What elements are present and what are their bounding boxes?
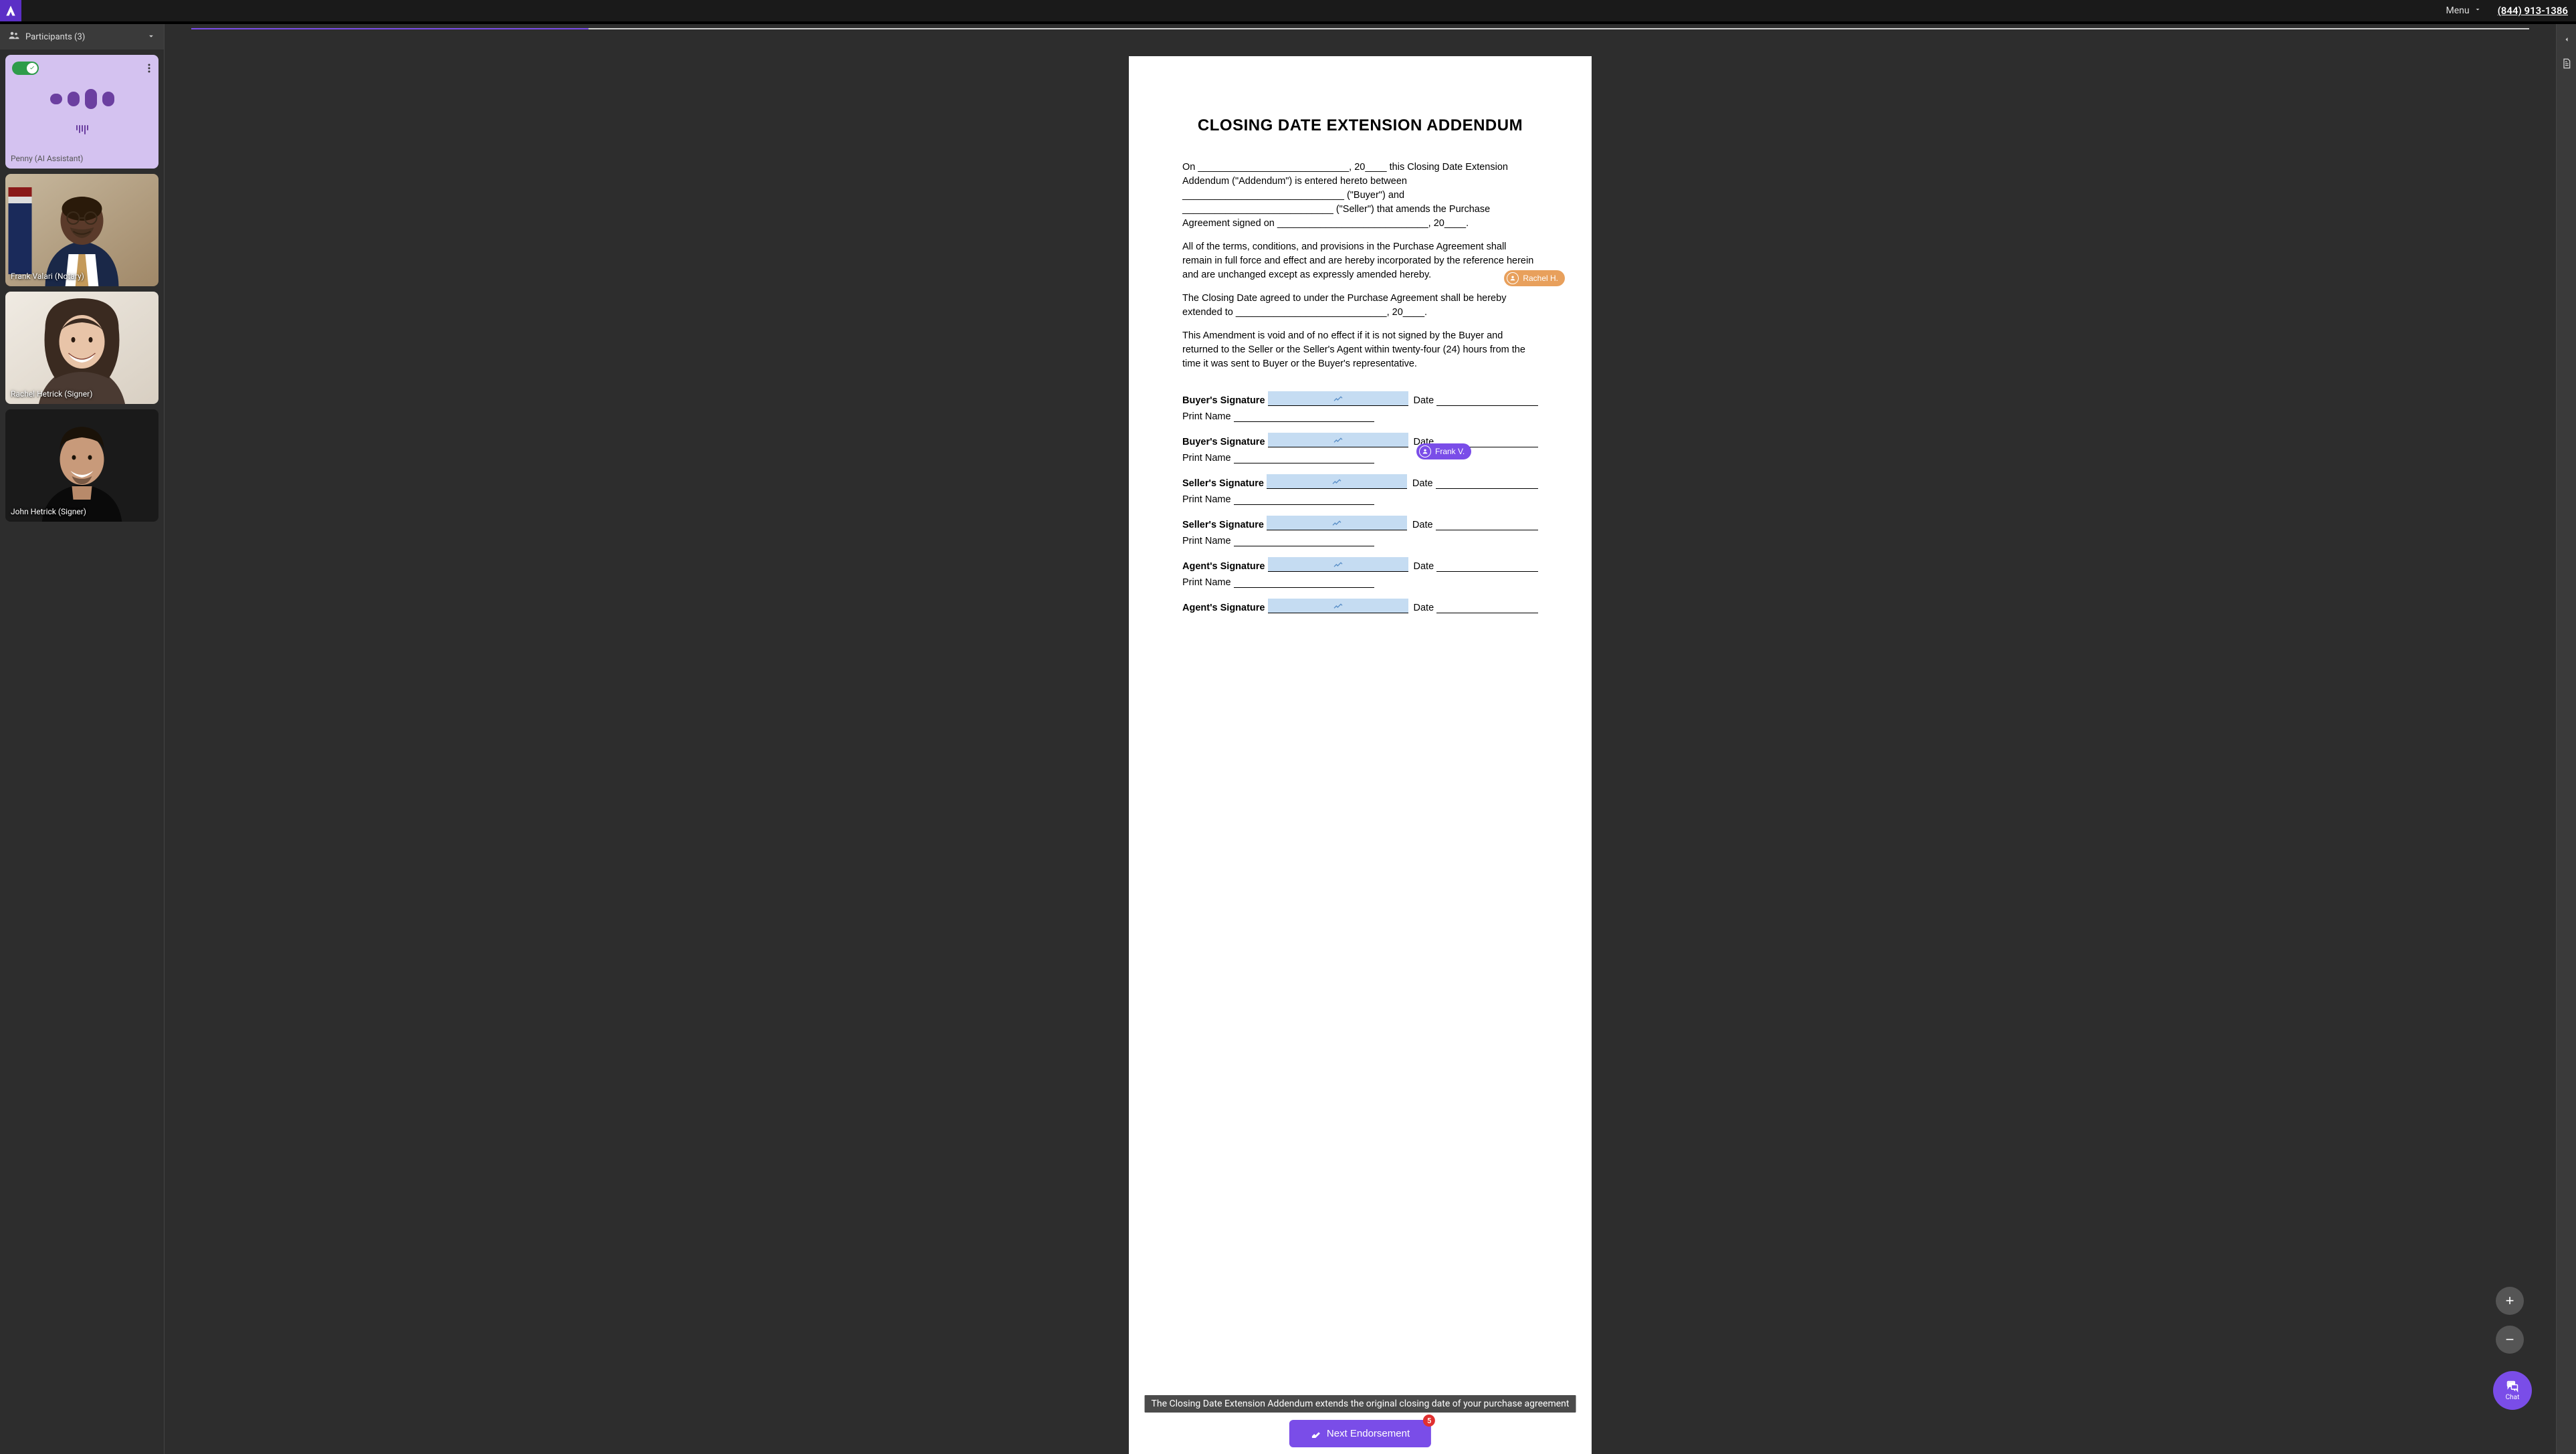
print-name-row: Print Name Frank V. [1182, 453, 1538, 463]
signature-field[interactable] [1268, 391, 1408, 406]
print-name-field[interactable] [1234, 587, 1374, 588]
signature-field[interactable] [1268, 557, 1408, 572]
top-bar: Menu (844) 913-1386 [0, 0, 2576, 21]
print-name-row: Print Name [1182, 494, 1538, 505]
sig-label: Seller's Signature [1182, 478, 1264, 489]
date-field[interactable] [1436, 405, 1538, 406]
sig-label: Agent's Signature [1182, 561, 1265, 572]
participant-name: Rachel Hetrick (Signer) [11, 389, 92, 399]
audio-wave-icon [76, 125, 88, 134]
participant-signer-1[interactable]: Rachel Hetrick (Signer) [5, 292, 158, 404]
participants-list: Penny (AI Assistant) [0, 49, 164, 1454]
date-label: Date [1414, 603, 1434, 613]
sig-label: Buyer's Signature [1182, 437, 1265, 447]
participants-count: Participants (3) [25, 32, 85, 42]
next-label: Next Endorsement [1327, 1428, 1410, 1439]
signature-row-seller-1: Seller's Signature Date [1182, 474, 1538, 489]
cursor-label: Frank V. [1435, 447, 1465, 456]
participant-name: Penny (AI Assistant) [11, 154, 83, 163]
zoom-controls: + − [2496, 1287, 2524, 1354]
doc-paragraph: The Closing Date agreed to under the Pur… [1182, 292, 1538, 320]
signature-field[interactable] [1268, 433, 1408, 447]
progress-track [191, 28, 2529, 29]
print-name-row: Print Name [1182, 577, 1538, 588]
signature-row-buyer-2: Buyer's Signature Date [1182, 433, 1538, 447]
bottom-action: Next Endorsement 5 [1289, 1420, 1431, 1447]
sig-label: Seller's Signature [1182, 520, 1264, 530]
doc-paragraph: All of the terms, conditions, and provis… [1182, 240, 1538, 282]
signature-field[interactable] [1268, 599, 1408, 613]
print-label: Print Name [1182, 536, 1231, 546]
print-label: Print Name [1182, 494, 1231, 505]
participant-ai[interactable]: Penny (AI Assistant) [5, 55, 158, 169]
sig-label: Agent's Signature [1182, 603, 1265, 613]
date-field[interactable] [1436, 488, 1538, 489]
chevron-down-icon [146, 31, 156, 43]
right-rail [2556, 24, 2576, 1454]
participant-notary[interactable]: Frank Valari (Notary) [5, 174, 158, 286]
document-viewport[interactable]: CLOSING DATE EXTENSION ADDENDUM On _____… [165, 31, 2556, 1454]
user-cursor-icon [1419, 445, 1431, 457]
zoom-in-button[interactable]: + [2496, 1287, 2524, 1315]
cursor-label: Rachel H. [1523, 274, 1558, 283]
sig-label: Buyer's Signature [1182, 395, 1265, 406]
live-caption: The Closing Date Extension Addendum exte… [1145, 1395, 1576, 1413]
signature-row-seller-2: Seller's Signature Date [1182, 516, 1538, 530]
cursor-frank: Frank V. [1416, 443, 1471, 459]
signature-row-buyer-1: Buyer's Signature Date [1182, 391, 1538, 406]
print-label: Print Name [1182, 411, 1231, 422]
chat-icon [2504, 1380, 2520, 1393]
signature-row-agent-2: Agent's Signature Date [1182, 599, 1538, 613]
chat-label: Chat [2506, 1394, 2520, 1401]
date-label: Date [1414, 395, 1434, 406]
doc-paragraph: This Amendment is void and of no effect … [1182, 329, 1538, 371]
participants-sidebar: Participants (3) [0, 24, 165, 1454]
chat-button[interactable]: Chat [2493, 1371, 2532, 1410]
date-label: Date [1414, 561, 1434, 572]
document-page: CLOSING DATE EXTENSION ADDENDUM On _____… [1129, 56, 1592, 1454]
date-label: Date [1412, 478, 1433, 489]
doc-paragraph: On ____________________________, 20____ … [1182, 161, 1538, 231]
phone-link[interactable]: (844) 913-1386 [2498, 5, 2568, 17]
menu-label: Menu [2446, 5, 2469, 16]
ai-visual-icon [50, 89, 114, 109]
date-label: Date [1412, 520, 1433, 530]
progress-bar[interactable] [165, 24, 2556, 31]
signature-field[interactable] [1267, 516, 1407, 530]
menu-button[interactable]: Menu [2446, 5, 2481, 16]
participants-icon [8, 29, 20, 44]
document-icon[interactable] [2561, 58, 2572, 72]
print-name-row: Print Name [1182, 411, 1538, 422]
zoom-out-button[interactable]: − [2496, 1326, 2524, 1354]
kebab-menu-icon[interactable] [145, 60, 153, 78]
ai-toggle[interactable] [12, 62, 39, 75]
collapse-rail-icon[interactable] [2563, 33, 2571, 46]
toggle-knob [27, 63, 37, 74]
app-logo[interactable] [0, 0, 21, 21]
participant-signer-2[interactable]: John Hetrick (Signer) [5, 409, 158, 522]
content-area: CLOSING DATE EXTENSION ADDENDUM On _____… [165, 24, 2556, 1454]
next-endorsement-button[interactable]: Next Endorsement [1289, 1420, 1431, 1447]
participant-name: Frank Valari (Notary) [11, 272, 84, 281]
participant-name: John Hetrick (Signer) [11, 507, 86, 516]
print-name-field[interactable] [1234, 504, 1374, 505]
signature-row-agent-1: Agent's Signature Date [1182, 557, 1538, 572]
pen-icon [1311, 1429, 1321, 1439]
cursor-rachel: Rachel H. [1504, 270, 1565, 286]
progress-fill [191, 28, 588, 29]
print-name-field[interactable] [1234, 421, 1374, 422]
document-body: On ____________________________, 20____ … [1182, 161, 1538, 371]
user-cursor-icon [1507, 272, 1519, 284]
date-field[interactable] [1436, 571, 1538, 572]
signature-field[interactable] [1267, 474, 1407, 489]
participants-header[interactable]: Participants (3) [0, 24, 164, 49]
print-label: Print Name [1182, 453, 1231, 463]
print-label: Print Name [1182, 577, 1231, 588]
document-title: CLOSING DATE EXTENSION ADDENDUM [1182, 116, 1538, 135]
print-name-row: Print Name [1182, 536, 1538, 546]
chevron-down-icon [2474, 5, 2482, 16]
